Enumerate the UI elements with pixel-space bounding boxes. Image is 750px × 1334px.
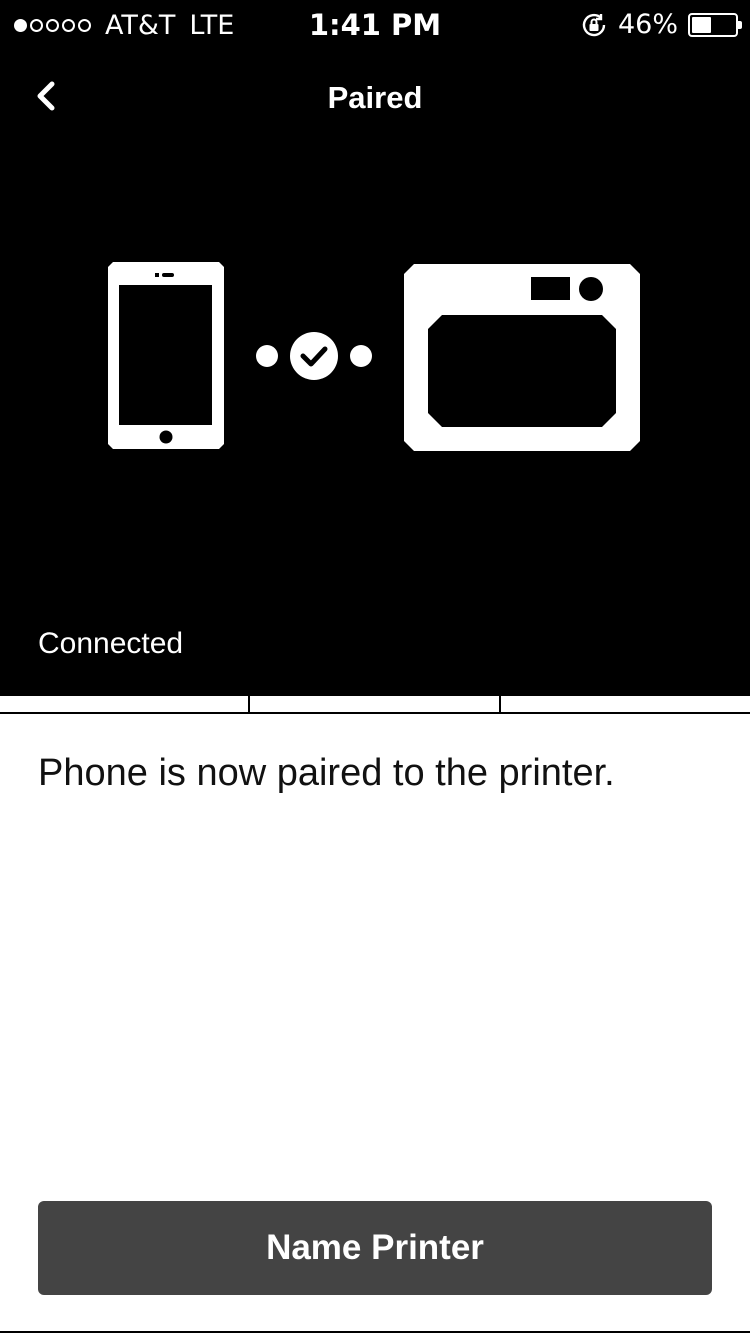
connection-link <box>256 332 372 380</box>
battery-level <box>692 16 712 33</box>
paired-screen: AT&T LTE 1:41 PM 46% Paired Connected Ph… <box>0 0 750 1334</box>
name-printer-button[interactable]: Name Printer <box>38 1201 712 1295</box>
pairing-hero: AT&T LTE 1:41 PM 46% Paired Connected <box>0 0 750 696</box>
bottom-divider <box>0 1331 750 1333</box>
link-dot <box>256 345 278 367</box>
segment-divider <box>248 696 250 712</box>
connection-status: Connected <box>38 627 184 660</box>
battery-percent: 46% <box>617 9 678 40</box>
status-bar: AT&T LTE 1:41 PM 46% <box>0 0 750 52</box>
battery-icon <box>688 12 742 37</box>
progress-segments <box>0 696 750 714</box>
checkmark-icon <box>290 332 338 380</box>
pairing-message: Phone is now paired to the printer. <box>38 752 615 794</box>
pairing-illustration <box>108 262 640 451</box>
page-title: Paired <box>327 80 423 115</box>
phone-icon <box>108 262 224 449</box>
rotation-lock-icon <box>582 13 606 36</box>
segment-divider <box>499 696 501 712</box>
status-right: 46% <box>580 9 742 40</box>
battery-tip <box>738 20 742 29</box>
link-dot <box>350 345 372 367</box>
printer-icon <box>404 264 640 451</box>
